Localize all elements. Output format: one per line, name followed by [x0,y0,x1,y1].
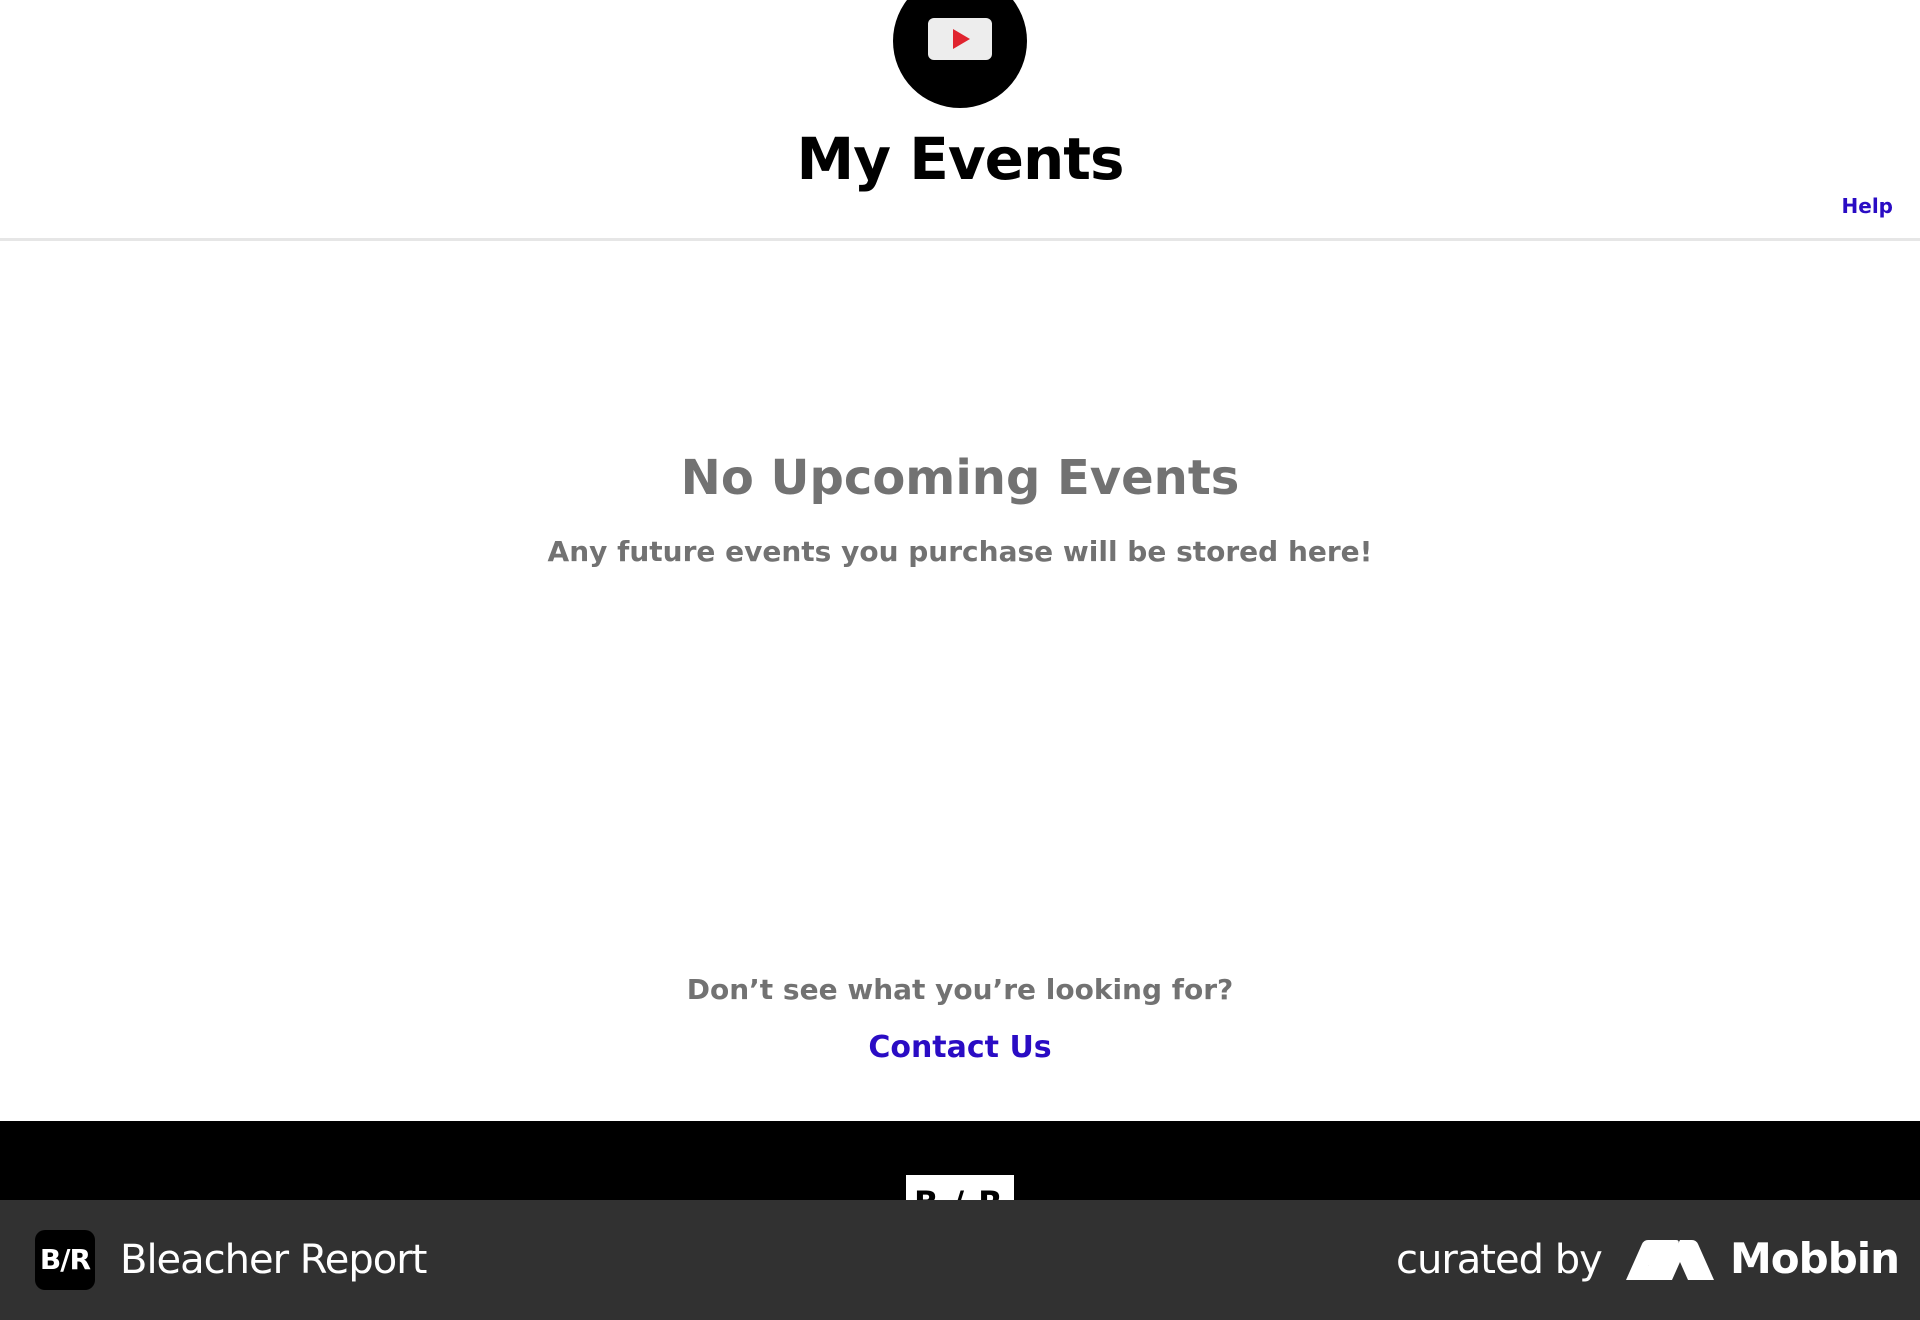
events-logo [893,0,1027,108]
video-play-icon [928,18,992,60]
empty-state-title: No Upcoming Events [680,450,1240,506]
app-icon: B/R [35,1230,95,1290]
app-name: Bleacher Report [120,1237,427,1283]
play-triangle [953,29,970,49]
contact-us-link[interactable]: Contact Us [0,1028,1920,1068]
page-title: My Events [796,125,1124,193]
attribution-bar: B/R Bleacher Report curated by Mobbin [0,1200,1920,1320]
page-header: My Events Help [0,0,1920,241]
page: My Events Help No Upcoming Events Any fu… [0,0,1920,1320]
mobbin-brand-name: Mobbin [1730,1234,1900,1283]
app-icon-text: B/R [39,1243,91,1276]
footer-logo-text: B/R [914,1187,1017,1200]
mobbin-logo-icon [1626,1240,1714,1280]
curated-by-label: curated by [1396,1237,1603,1283]
empty-state-subtitle: Any future events you purchase will be s… [547,535,1373,568]
site-footer: B/R [0,1121,1920,1200]
contact-prompt: Don’t see what you’re looking for? [686,973,1234,1006]
footer-logo[interactable]: B/R [906,1175,1014,1200]
help-link[interactable]: Help [1842,194,1893,218]
